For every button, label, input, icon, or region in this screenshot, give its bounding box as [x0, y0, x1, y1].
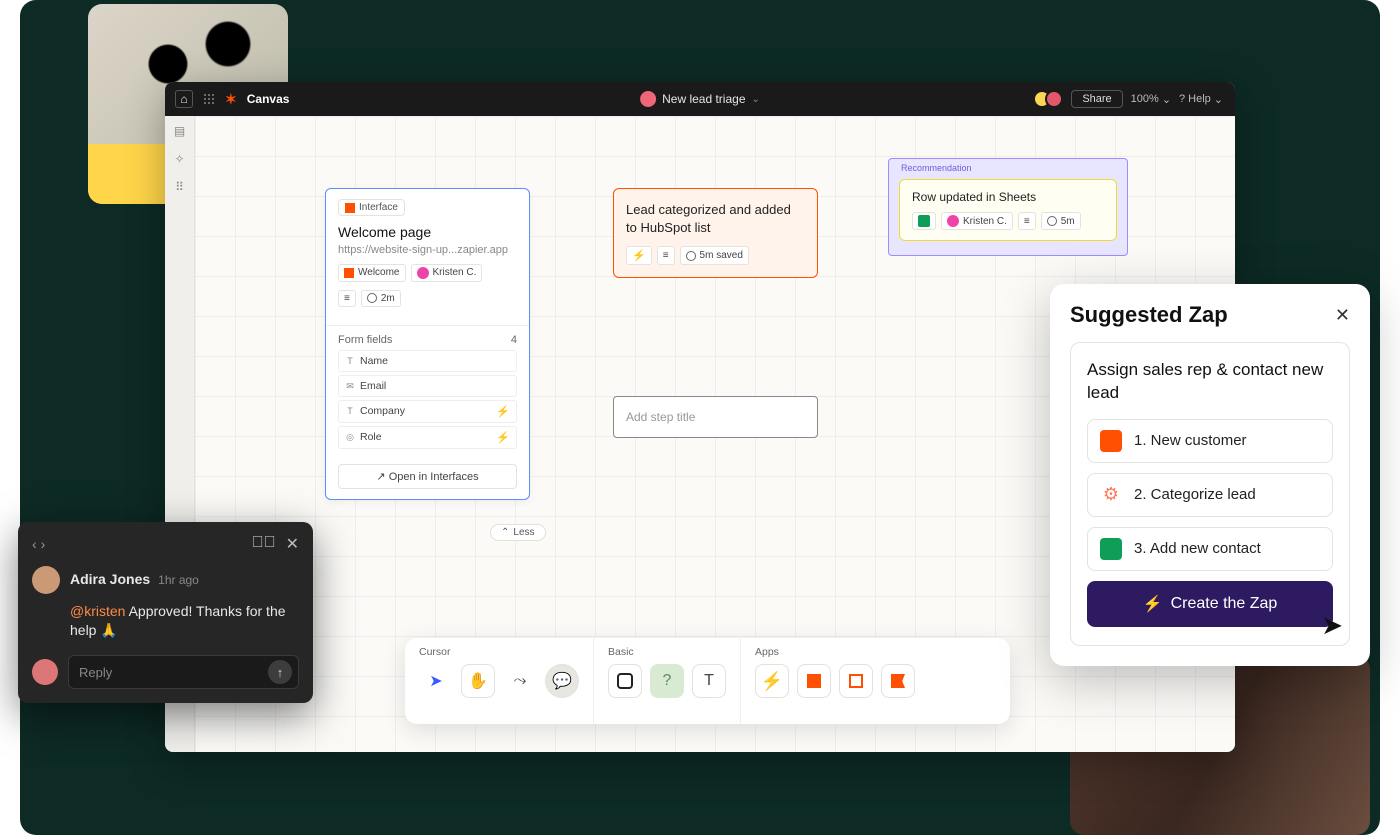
- suggested-zap-panel: Suggested Zap ✕ Assign sales rep & conta…: [1050, 284, 1370, 666]
- chevron-down-icon: ⌄: [752, 94, 760, 105]
- create-zap-button[interactable]: ⚡ Create the Zap ➤: [1087, 581, 1333, 627]
- bolt-icon: ⚡: [1143, 594, 1163, 614]
- toolbar-apps-label: Apps: [755, 646, 915, 658]
- close-icon[interactable]: ✕: [1335, 305, 1350, 326]
- comment-tool[interactable]: 💬: [545, 664, 579, 698]
- comment-body: @kristen Approved! Thanks for the help 🙏: [70, 602, 299, 641]
- form-field-row[interactable]: ✉Email: [338, 375, 517, 397]
- time-saved-chip[interactable]: 5m saved: [680, 246, 749, 265]
- open-in-interfaces-button[interactable]: ↗ Open in Interfaces: [338, 464, 517, 489]
- notebook-icon[interactable]: ▤: [173, 124, 187, 138]
- align-chip[interactable]: ≡: [1018, 212, 1036, 230]
- close-icon[interactable]: ✕: [286, 534, 299, 554]
- interface-badge: Interface: [338, 199, 405, 216]
- collapse-less-button[interactable]: ⌃Less: [490, 524, 546, 541]
- bolt-chip[interactable]: ⚡: [626, 246, 652, 265]
- apps-grid-icon[interactable]: [203, 93, 215, 105]
- zap-step-row[interactable]: 3. Add new contact: [1087, 527, 1333, 571]
- time-chip[interactable]: 2m: [361, 290, 401, 307]
- sheets-chip[interactable]: [912, 212, 936, 230]
- form-fields-label: Form fields: [338, 334, 392, 346]
- canvas-toolbar: Cursor ➤ ✋ ⤳ 💬 Basic ? T Apps: [405, 638, 1010, 724]
- hand-tool[interactable]: ✋: [461, 664, 495, 698]
- bolt-icon: ⚡: [496, 431, 510, 444]
- mention[interactable]: @kristen: [70, 603, 125, 619]
- document-title: New lead triage: [662, 92, 745, 106]
- owner-chip[interactable]: Kristen C.: [941, 212, 1013, 230]
- comment-popover: ‹ › ✓⃝ ✕ Adira Jones 1hr ago @kristen App…: [18, 522, 313, 703]
- align-chip[interactable]: ≡: [657, 246, 675, 265]
- help-shape-tool[interactable]: ?: [650, 664, 684, 698]
- align-chip[interactable]: ≡: [338, 290, 356, 307]
- next-comment-button[interactable]: ›: [41, 536, 46, 552]
- toolbar-basic-label: Basic: [608, 646, 726, 658]
- shape-tool[interactable]: [608, 664, 642, 698]
- interface-node[interactable]: Interface Welcome page https://website-s…: [325, 188, 530, 500]
- recommendation-container: Recommendation Row updated in Sheets Kri…: [888, 158, 1128, 256]
- home-icon[interactable]: ⌂: [175, 90, 193, 108]
- send-reply-button[interactable]: ↑: [268, 660, 292, 684]
- select-cursor-tool[interactable]: ➤: [419, 664, 453, 698]
- components-icon[interactable]: ⠿: [173, 180, 187, 194]
- sheets-icon: [918, 215, 930, 227]
- sheets-icon: [1100, 538, 1122, 560]
- add-step-input[interactable]: Add step title: [613, 396, 818, 438]
- form-field-row[interactable]: TName: [338, 350, 517, 372]
- flag-app-tool[interactable]: [881, 664, 915, 698]
- chevron-up-icon: ⌃: [501, 527, 509, 538]
- share-button[interactable]: Share: [1071, 90, 1122, 108]
- prev-comment-button[interactable]: ‹: [32, 536, 37, 552]
- connector-tool[interactable]: ⤳: [503, 664, 537, 698]
- commenter-avatar: [32, 566, 60, 594]
- zoom-control[interactable]: 100%⌄: [1131, 93, 1171, 106]
- sheets-node[interactable]: Row updated in Sheets Kristen C. ≡ 5m: [899, 179, 1117, 241]
- node-title: Welcome page: [338, 224, 517, 240]
- cursor-pointer-icon: ➤: [1321, 610, 1343, 641]
- text-tool[interactable]: T: [692, 664, 726, 698]
- recommendation-label: Recommendation: [899, 159, 1117, 179]
- node-title: Lead categorized and added to HubSpot li…: [626, 201, 805, 236]
- suggested-zap-title: Assign sales rep & contact new lead: [1087, 359, 1333, 405]
- zap-step-row[interactable]: ⚙ 2. Categorize lead: [1087, 473, 1333, 517]
- form-field-row[interactable]: TCompany⚡: [338, 400, 517, 423]
- interface-app-tool[interactable]: [839, 664, 873, 698]
- toolbar-cursor-label: Cursor: [419, 646, 579, 658]
- app-name: Canvas: [247, 92, 290, 106]
- zapier-app-tool[interactable]: [797, 664, 831, 698]
- resolve-icon[interactable]: ✓⃝: [252, 534, 276, 554]
- form-fields-count: 4: [511, 334, 517, 346]
- owner-avatar-icon: [640, 91, 656, 107]
- presence-avatars[interactable]: [1033, 90, 1063, 108]
- hubspot-icon: ⚙: [1100, 484, 1122, 506]
- comment-time: 1hr ago: [158, 573, 199, 587]
- document-title-picker[interactable]: New lead triage ⌄: [640, 91, 760, 107]
- node-title: Row updated in Sheets: [912, 190, 1104, 204]
- reply-input[interactable]: Reply ↑: [68, 655, 299, 689]
- lead-categorized-node[interactable]: Lead categorized and added to HubSpot li…: [613, 188, 818, 278]
- zap-step-row[interactable]: 1. New customer: [1087, 419, 1333, 463]
- interface-icon: [1100, 430, 1122, 452]
- commenter-name: Adira Jones: [70, 571, 150, 587]
- welcome-chip[interactable]: Welcome: [338, 264, 406, 282]
- zap-app-tool[interactable]: ⚡: [755, 664, 789, 698]
- node-url: https://website-sign-up...zapier.app: [338, 244, 517, 256]
- form-field-row[interactable]: ◎Role⚡: [338, 426, 517, 449]
- current-user-avatar: [32, 659, 58, 685]
- suggested-zap-heading: Suggested Zap: [1070, 302, 1228, 328]
- help-menu[interactable]: ?Help⌄: [1179, 93, 1223, 106]
- sparkle-icon[interactable]: ✧: [173, 152, 187, 166]
- bolt-icon: ⚡: [496, 405, 510, 418]
- app-topbar: ⌂ ✶ Canvas New lead triage ⌄ Share 100%⌄…: [165, 82, 1235, 116]
- zapier-logo-icon: ✶: [225, 91, 237, 108]
- owner-chip[interactable]: Kristen C.: [411, 264, 483, 282]
- time-chip[interactable]: 5m: [1041, 212, 1081, 230]
